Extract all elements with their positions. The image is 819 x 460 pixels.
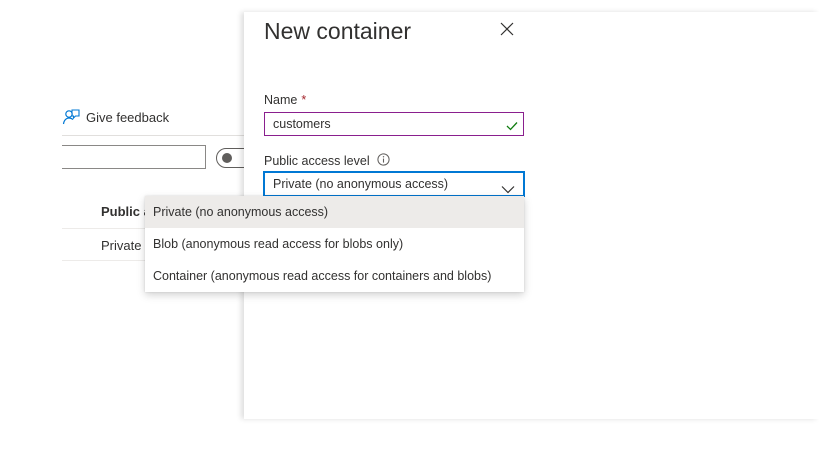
feedback-person-icon [62,108,80,126]
option-container[interactable]: Container (anonymous read access for con… [145,260,524,292]
access-level-field-label: Public access level [264,153,390,169]
required-marker: * [301,93,307,107]
close-button[interactable] [498,22,516,40]
column-header-public-access[interactable]: Public a [101,204,151,219]
container-name-input[interactable] [264,112,524,136]
public-access-level-options: Private (no anonymous access) Blob (anon… [145,196,524,292]
public-access-level-dropdown[interactable]: Private (no anonymous access) [263,171,525,197]
panel-title: New container [264,18,412,44]
option-private[interactable]: Private (no anonymous access) [145,196,524,228]
info-icon[interactable] [377,153,390,169]
give-feedback-label: Give feedback [86,109,170,125]
close-icon [500,22,514,41]
name-label-text: Name [264,93,298,107]
give-feedback-button[interactable]: Give feedback [62,108,169,126]
name-field-label: Name * [264,93,306,107]
search-containers-input[interactable] [62,145,206,169]
checkmark-icon [506,118,518,136]
dropdown-selected-value: Private (no anonymous access) [273,177,449,191]
table-cell-public-access: Private [101,238,142,253]
toolbar-divider [62,135,244,136]
toggle-knob [222,153,232,163]
access-level-label-text: Public access level [264,154,370,168]
option-blob[interactable]: Blob (anonymous read access for blobs on… [145,228,524,260]
